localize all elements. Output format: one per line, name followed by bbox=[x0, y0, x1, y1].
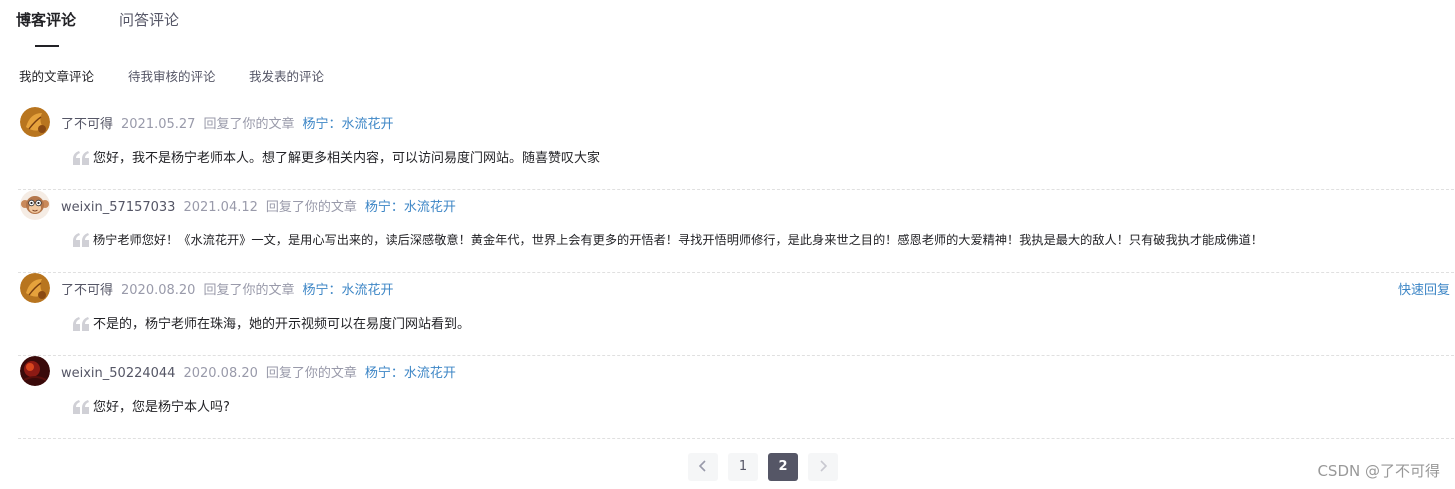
comment-item: weixin_57157033 2021.04.12 回复了你的文章 杨宁：水流花开 … bbox=[18, 190, 1454, 273]
article-link[interactable]: 杨宁：水流花开 bbox=[302, 117, 393, 132]
comment-meta: weixin_50224044 2020.08.20 回复了你的文章 杨宁：水流花开 bbox=[61, 362, 456, 381]
dark-red-avatar[interactable] bbox=[20, 356, 50, 386]
quote-icon bbox=[73, 317, 89, 331]
next-page-button[interactable] bbox=[808, 453, 838, 481]
autumn-leaf-avatar[interactable] bbox=[20, 107, 50, 137]
comment-username[interactable]: weixin_57157033 bbox=[61, 200, 175, 215]
quick-reply-button[interactable]: 快速回复 bbox=[1398, 279, 1450, 298]
comment-action: 回复了你的文章 bbox=[265, 366, 357, 381]
page-button-2[interactable]: 2 bbox=[768, 453, 798, 481]
chevron-left-icon bbox=[698, 460, 706, 472]
comment-action: 回复了你的文章 bbox=[265, 200, 357, 215]
comment-action: 回复了你的文章 bbox=[203, 117, 295, 132]
comment-date: 2021.05.27 bbox=[121, 117, 196, 132]
quote-icon bbox=[73, 233, 89, 247]
comment-username[interactable]: weixin_50224044 bbox=[61, 366, 175, 381]
comment-date: 2020.08.20 bbox=[183, 366, 258, 381]
comment-item: 了不可得 2021.05.27 回复了你的文章 杨宁：水流花开 您好，我不是杨宁老师本… bbox=[18, 107, 1454, 190]
page-button-1[interactable]: 1 bbox=[728, 453, 758, 481]
comment-text: 您好，您是杨宁本人吗? bbox=[93, 400, 230, 415]
csdn-watermark: CSDN @了不可得 bbox=[1317, 462, 1440, 480]
comment-content: 不是的，杨宁老师在珠海，她的开示视频可以在易度门网站看到。 bbox=[73, 313, 470, 332]
quote-icon bbox=[73, 400, 89, 414]
subtab-my-posted-comments[interactable]: 我发表的评论 bbox=[249, 66, 324, 85]
chevron-right-icon bbox=[820, 460, 828, 472]
article-link[interactable]: 杨宁：水流花开 bbox=[302, 283, 393, 298]
quote-icon bbox=[73, 151, 89, 165]
comment-username[interactable]: 了不可得 bbox=[61, 117, 113, 132]
comment-content: 杨宁老师您好！《水流花开》一文，是用心写出来的，读后深感敬意！黄金年代，世界上会… bbox=[73, 230, 1263, 248]
comment-meta: 了不可得 2021.05.27 回复了你的文章 杨宁：水流花开 bbox=[61, 113, 393, 132]
comment-text: 不是的，杨宁老师在珠海，她的开示视频可以在易度门网站看到。 bbox=[93, 317, 471, 332]
comment-date: 2020.08.20 bbox=[121, 283, 196, 298]
comment-text: 杨宁老师您好！《水流花开》一文，是用心写出来的，读后深感敬意！黄金年代，世界上会… bbox=[93, 233, 1263, 247]
comment-content: 您好，我不是杨宁老师本人。想了解更多相关内容，可以访问易度门网站。随喜赞叹大家 bbox=[73, 147, 600, 166]
prev-page-button[interactable] bbox=[688, 453, 718, 481]
comment-username[interactable]: 了不可得 bbox=[61, 283, 113, 298]
comment-meta: 了不可得 2020.08.20 回复了你的文章 杨宁：水流花开 bbox=[61, 279, 393, 298]
comment-item: 了不可得 2020.08.20 回复了你的文章 杨宁：水流花开 快速回复 不是的，杨宁… bbox=[18, 273, 1454, 356]
autumn-leaf-avatar[interactable] bbox=[20, 273, 50, 303]
article-link[interactable]: 杨宁：水流花开 bbox=[365, 366, 456, 381]
subtab-pending-review[interactable]: 待我审核的评论 bbox=[128, 66, 216, 85]
comment-action: 回复了你的文章 bbox=[203, 283, 295, 298]
subtab-my-article-comments[interactable]: 我的文章评论 bbox=[19, 66, 94, 85]
article-link[interactable]: 杨宁：水流花开 bbox=[365, 200, 456, 215]
comment-content: 您好，您是杨宁本人吗? bbox=[73, 396, 230, 415]
active-tab-indicator bbox=[35, 45, 59, 47]
tab-blog-comments[interactable]: 博客评论 bbox=[16, 9, 76, 30]
monkey-avatar[interactable] bbox=[20, 190, 50, 220]
comment-date: 2021.04.12 bbox=[183, 200, 258, 215]
comment-text: 您好，我不是杨宁老师本人。想了解更多相关内容，可以访问易度门网站。随喜赞叹大家 bbox=[93, 151, 601, 166]
tab-qa-comments[interactable]: 问答评论 bbox=[119, 9, 179, 30]
comment-meta: weixin_57157033 2021.04.12 回复了你的文章 杨宁：水流花开 bbox=[61, 196, 456, 215]
comment-item: weixin_50224044 2020.08.20 回复了你的文章 杨宁：水流花开 … bbox=[18, 356, 1454, 439]
